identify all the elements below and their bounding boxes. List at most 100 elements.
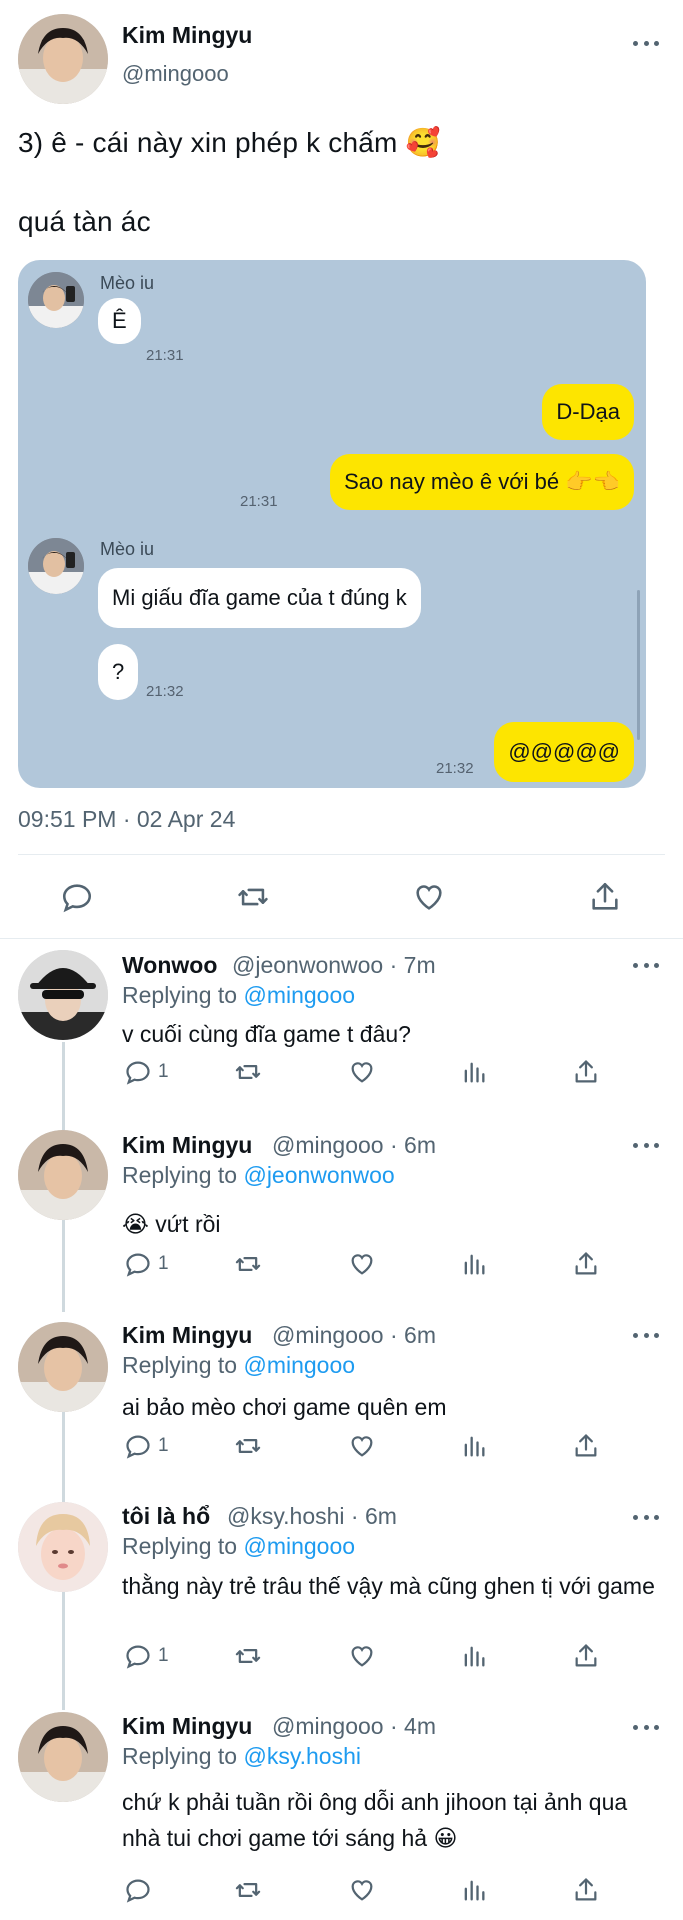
share-icon[interactable]: [572, 1432, 600, 1460]
reply-time: 6m: [404, 1322, 436, 1348]
reply-handle-time: @mingooo · 6m: [272, 1132, 436, 1158]
like-icon[interactable]: [412, 880, 446, 914]
divider: [0, 938, 683, 939]
reply-handle-time: @ksy.hoshi · 6m: [227, 1503, 397, 1529]
reply-avatar[interactable]: [18, 1502, 108, 1592]
thread-line: [62, 1592, 65, 1710]
mention-link[interactable]: @mingooo: [243, 982, 355, 1008]
mention-link[interactable]: @mingooo: [243, 1533, 355, 1559]
reply-author-name[interactable]: Kim Mingyu: [122, 1713, 252, 1740]
chat-sender-name: Mèo iu: [100, 539, 155, 559]
reply-icon[interactable]: [124, 1642, 152, 1670]
reply-text: 😭 vứt rồi: [122, 1211, 221, 1237]
reply-author-name[interactable]: Kim Mingyu: [122, 1322, 252, 1349]
chat-bubble-incoming: Ê: [98, 298, 141, 344]
tweet-timestamp[interactable]: 09:51 PM · 02 Apr 24: [18, 806, 235, 833]
share-icon[interactable]: [572, 1642, 600, 1670]
thread-line: [62, 1412, 65, 1504]
mention-link[interactable]: @ksy.hoshi: [243, 1743, 361, 1769]
reply-icon[interactable]: [124, 1250, 152, 1278]
like-icon[interactable]: [348, 1642, 376, 1670]
replying-to: Replying to @mingooo: [122, 1352, 356, 1378]
views-icon[interactable]: [460, 1058, 488, 1086]
replying-to: Replying to @jeonwonwoo: [122, 1162, 395, 1188]
chat-sender-name: Mèo iu: [100, 273, 155, 293]
attached-chat-image[interactable]: Mèo iu Ê 21:31 D-Dạa Sao nay mèo ê với b…: [18, 260, 646, 788]
reply-time: 7m: [403, 952, 436, 978]
chat-timestamp: 21:31: [146, 347, 184, 364]
reply-author-name[interactable]: tôi là hổ: [122, 1503, 210, 1530]
tweet-text-line-2: quá tàn ác: [18, 206, 151, 237]
views-icon[interactable]: [460, 1250, 488, 1278]
author-name[interactable]: Kim Mingyu: [122, 22, 252, 49]
reply-handle-time: @jeonwonwoo · 7m: [232, 952, 436, 978]
reply-handle[interactable]: @mingooo: [272, 1322, 384, 1348]
reply-author-name[interactable]: Kim Mingyu: [122, 1132, 252, 1159]
like-icon[interactable]: [348, 1058, 376, 1086]
reply-icon[interactable]: [124, 1876, 152, 1904]
reply-avatar[interactable]: [18, 1712, 108, 1802]
chat-avatar: [28, 538, 84, 594]
reply-handle[interactable]: @mingooo: [272, 1132, 384, 1158]
chat-scrollbar: [637, 590, 640, 740]
reply-handle[interactable]: @jeonwonwoo: [232, 952, 383, 978]
reply-handle[interactable]: @ksy.hoshi: [227, 1503, 345, 1529]
chat-bubble-outgoing: Sao nay mèo ê với bé 👉👈: [330, 454, 634, 510]
share-icon[interactable]: [572, 1876, 600, 1904]
reply-handle-time: @mingooo · 4m: [272, 1713, 436, 1739]
like-icon[interactable]: [348, 1432, 376, 1460]
retweet-icon[interactable]: [236, 880, 270, 914]
share-icon[interactable]: [572, 1250, 600, 1278]
views-icon[interactable]: [460, 1432, 488, 1460]
tweet-text-line-1: 3) ê - cái này xin phép k chấm 🥰: [18, 127, 441, 158]
reply-author-name[interactable]: Wonwoo: [122, 952, 217, 979]
author-avatar[interactable]: [18, 14, 108, 104]
thread-line: [62, 1042, 65, 1138]
mention-link[interactable]: @mingooo: [243, 1352, 355, 1378]
retweet-icon[interactable]: [234, 1642, 262, 1670]
reply-count: 1: [158, 1645, 169, 1666]
views-icon[interactable]: [460, 1876, 488, 1904]
reply-time: 6m: [404, 1132, 436, 1158]
like-icon[interactable]: [348, 1250, 376, 1278]
replying-to: Replying to @mingooo: [122, 982, 356, 1008]
replying-to: Replying to @mingooo: [122, 1533, 356, 1559]
reply-avatar[interactable]: [18, 950, 108, 1040]
reply-count: 1: [158, 1435, 169, 1456]
retweet-icon[interactable]: [234, 1058, 262, 1086]
retweet-icon[interactable]: [234, 1250, 262, 1278]
more-icon[interactable]: [633, 1140, 659, 1150]
reply-time: 6m: [364, 1503, 397, 1529]
chat-bubble-incoming: ?: [98, 644, 139, 700]
reply-avatar[interactable]: [18, 1322, 108, 1412]
reply-text: v cuối cùng đĩa game t đâu?: [122, 1021, 411, 1047]
views-icon[interactable]: [460, 1642, 488, 1670]
more-icon[interactable]: [633, 38, 659, 48]
retweet-icon[interactable]: [234, 1432, 262, 1460]
author-handle[interactable]: @mingooo: [122, 61, 229, 87]
reply-icon[interactable]: [124, 1058, 152, 1086]
reply-count: 1: [158, 1061, 169, 1082]
reply-icon[interactable]: [60, 880, 94, 914]
thread-line: [62, 1220, 65, 1312]
chat-bubble-outgoing: @@@@@: [494, 722, 634, 782]
retweet-icon[interactable]: [234, 1876, 262, 1904]
more-icon[interactable]: [633, 960, 659, 970]
reply-handle-time: @mingooo · 6m: [272, 1322, 436, 1348]
more-icon[interactable]: [633, 1512, 659, 1522]
reply-icon[interactable]: [124, 1432, 152, 1460]
more-icon[interactable]: [633, 1722, 659, 1732]
like-icon[interactable]: [348, 1876, 376, 1904]
reply-count: 1: [158, 1253, 169, 1274]
more-icon[interactable]: [633, 1330, 659, 1340]
share-icon[interactable]: [572, 1058, 600, 1086]
reply-text: ai bảo mèo chơi game quên em: [122, 1394, 447, 1420]
divider: [18, 854, 665, 855]
mention-link[interactable]: @jeonwonwoo: [243, 1162, 394, 1188]
chat-timestamp: 21:32: [436, 760, 474, 777]
reply-text: thằng này trẻ trâu thế vậy mà cũng ghen …: [122, 1573, 655, 1599]
reply-avatar[interactable]: [18, 1130, 108, 1220]
reply-handle[interactable]: @mingooo: [272, 1713, 384, 1739]
chat-bubble-incoming: Mi giấu đĩa game của t đúng k: [98, 568, 421, 628]
share-icon[interactable]: [588, 880, 622, 914]
